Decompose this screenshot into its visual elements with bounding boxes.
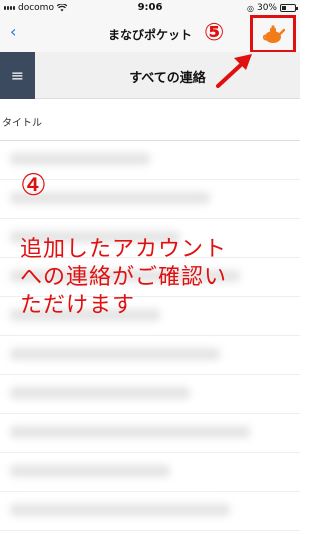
status-right: ◎ 30% [247,3,298,13]
teapot-avatar-icon [263,25,285,43]
annotation-step-5: ⑤ [204,18,225,46]
annotation-line-1: 追加したアカウント [20,237,228,262]
list-item[interactable] [0,414,300,453]
hamburger-icon[interactable]: ≡ [0,52,35,99]
status-bar: docomo 9:06 ◎ 30% [0,0,300,16]
annotation-text: 追加したアカウント への連絡がご確認い ただけます [20,236,300,320]
annotation-line-3: ただけます [20,293,136,318]
list-item[interactable] [0,375,300,414]
page-title: すべての連絡 [129,71,206,86]
sub-header: ≡ すべての連絡 [0,52,300,99]
column-title: タイトル [2,118,42,129]
account-avatar-button[interactable] [250,15,296,53]
battery-percent: 30% [256,3,277,13]
list-item[interactable] [0,453,300,492]
battery-icon [280,4,298,12]
battery-fill [282,6,287,10]
orientation-lock-icon: ◎ [247,3,254,13]
list-item[interactable] [0,492,300,531]
annotation-step-4: ④ [20,168,47,203]
column-header: タイトル [0,99,300,141]
list-item[interactable] [0,336,300,375]
annotation-line-2: への連絡がご確認い [20,265,228,290]
